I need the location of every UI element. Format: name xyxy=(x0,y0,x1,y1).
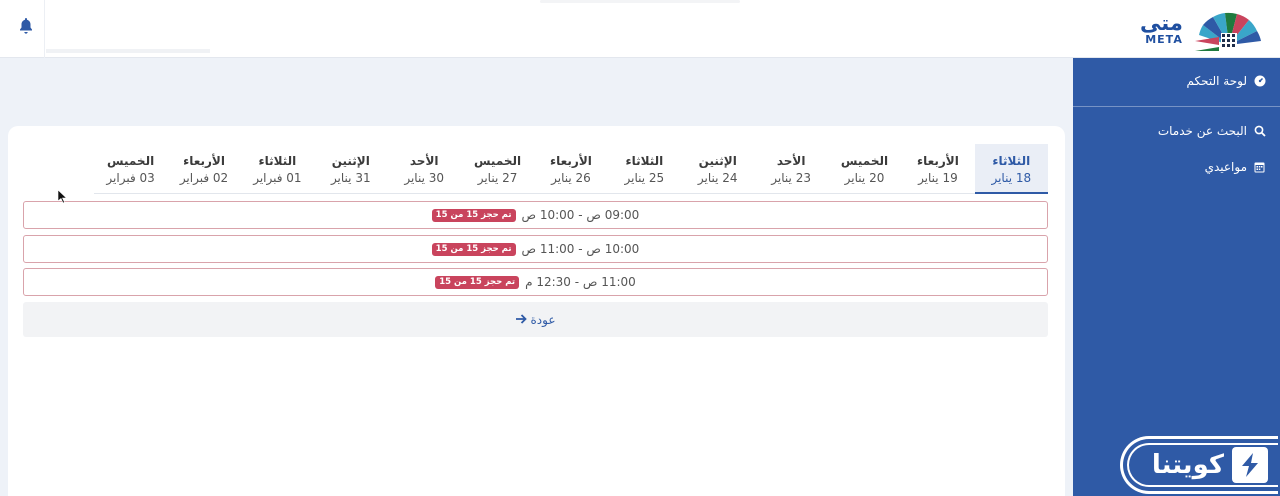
time-slot[interactable]: 11:00 ص - 12:30 م تم حجز 15 من 15 xyxy=(23,268,1048,296)
date-tab[interactable]: الثلاثاء 01 فبراير xyxy=(241,144,314,194)
date-tab[interactable]: الأحد 23 يناير xyxy=(754,144,827,194)
sidebar-item-dashboard[interactable]: لوحة التحكم xyxy=(1187,74,1267,88)
sidebar: لوحة التحكم البحث عن خدمات مواعيدي xyxy=(1073,58,1280,496)
date-tab[interactable]: الإثنين 24 يناير xyxy=(681,144,754,194)
logo-emblem-icon xyxy=(1194,12,1261,51)
logo-arabic-text: متى xyxy=(1140,11,1183,35)
header-divider xyxy=(44,0,45,58)
date-tabs: الثلاثاء 18 يناير الأربعاء 19 يناير الخميس… xyxy=(94,144,1048,194)
date-tab[interactable]: الأربعاء 19 يناير xyxy=(901,144,974,194)
calendar-icon xyxy=(1253,161,1266,174)
date-tab[interactable]: الخميس 20 يناير xyxy=(828,144,901,194)
slot-time: 11:00 ص - 12:30 م xyxy=(525,275,636,289)
slot-time: 09:00 ص - 10:00 ص xyxy=(521,208,640,222)
booked-badge: تم حجز 15 من 15 xyxy=(431,242,516,256)
date-tab[interactable]: الخميس 27 يناير xyxy=(461,144,534,194)
time-slot[interactable]: 10:00 ص - 11:00 ص تم حجز 15 من 15 xyxy=(23,235,1048,263)
kuwaitna-logo-icon xyxy=(1232,447,1268,483)
time-slot[interactable]: 09:00 ص - 10:00 ص تم حجز 15 من 15 xyxy=(23,201,1048,229)
arrow-right-icon xyxy=(515,313,527,327)
mouse-cursor-icon xyxy=(58,190,68,204)
top-header: متى META xyxy=(0,0,1280,58)
booked-badge: تم حجز 15 من 15 xyxy=(435,275,520,289)
sidebar-divider xyxy=(1073,106,1280,107)
kuwaitna-badge: كويتنا xyxy=(1120,436,1278,494)
kuwaitna-text: كويتنا xyxy=(1151,450,1224,480)
date-tab[interactable]: الثلاثاء 25 يناير xyxy=(608,144,681,194)
date-tab[interactable]: الخميس 03 فبراير xyxy=(94,144,167,194)
booked-badge: تم حجز 15 من 15 xyxy=(431,208,516,222)
search-icon xyxy=(1253,125,1266,138)
date-tab[interactable]: الإثنين 31 يناير xyxy=(314,144,387,194)
back-label: عودة xyxy=(530,312,556,327)
dashboard-icon xyxy=(1253,75,1266,88)
date-tab[interactable]: الثلاثاء 18 يناير xyxy=(974,144,1048,194)
sidebar-item-label: البحث عن خدمات xyxy=(1157,124,1247,138)
header-shadow xyxy=(540,0,740,3)
bell-icon[interactable] xyxy=(16,14,36,38)
header-underline xyxy=(46,49,210,53)
logo-english-text: META xyxy=(1145,33,1183,46)
sidebar-item-appointments[interactable]: مواعيدي xyxy=(1205,160,1266,174)
sidebar-item-label: مواعيدي xyxy=(1204,160,1247,174)
meta-logo[interactable]: متى META xyxy=(1138,4,1274,54)
schedule-card: الثلاثاء 18 يناير الأربعاء 19 يناير الخميس… xyxy=(8,126,1065,496)
date-tab[interactable]: الأربعاء 26 يناير xyxy=(534,144,607,194)
back-button[interactable]: عودة xyxy=(23,302,1048,337)
date-tab[interactable]: الأحد 30 يناير xyxy=(387,144,460,194)
slot-time: 10:00 ص - 11:00 ص xyxy=(521,242,640,256)
date-tab[interactable]: الأربعاء 02 فبراير xyxy=(167,144,240,194)
sidebar-item-search[interactable]: البحث عن خدمات xyxy=(1158,124,1266,138)
sidebar-item-label: لوحة التحكم xyxy=(1186,74,1248,88)
